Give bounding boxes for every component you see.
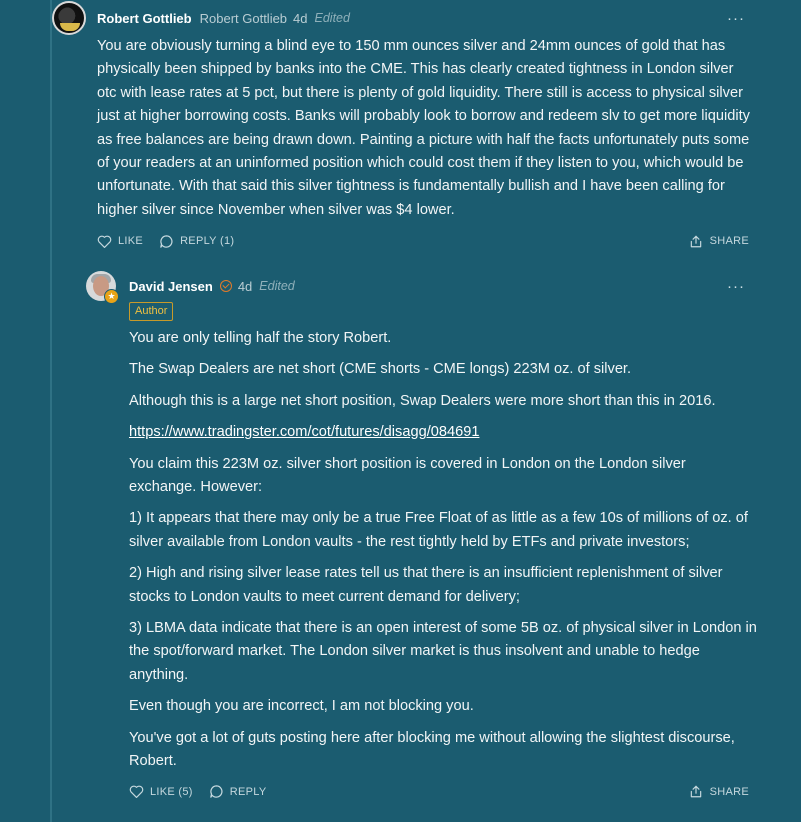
author-name[interactable]: Robert Gottlieb (97, 11, 192, 26)
timestamp[interactable]: 4d (238, 279, 252, 294)
verified-check-icon (219, 280, 232, 292)
share-label: SHARE (709, 235, 749, 248)
like-label: LIKE (118, 235, 144, 248)
paragraph: Even though you are incorrect, I am not … (129, 698, 474, 715)
like-button[interactable]: LIKE (5) (129, 785, 193, 798)
more-options-icon[interactable]: ··· (727, 10, 745, 27)
comment-header: ★ David Jensen 4d Edited ··· (86, 271, 757, 304)
paragraph: https://www.tradingster.com/cot/futures/… (129, 421, 757, 444)
share-button[interactable]: SHARE (689, 784, 749, 799)
more-options-icon[interactable]: ··· (727, 278, 745, 295)
paragraph: 2) High and rising silver lease rates te… (129, 565, 723, 605)
avatar[interactable] (52, 1, 86, 35)
comment-david-jensen: ★ David Jensen 4d Edited ··· Author You … (86, 271, 757, 802)
paragraph: Although this is a large net short posit… (129, 392, 716, 409)
author-badge: Author (129, 302, 174, 321)
comment-body: You are obviously turning a blind eye to… (97, 38, 750, 218)
comment-actions: LIKE REPLY (1) SHARE (97, 231, 757, 251)
like-button[interactable]: LIKE (97, 235, 143, 248)
share-icon (690, 785, 701, 798)
comment-robert-gottlieb: Robert Gottlieb Robert Gottlieb 4d Edite… (52, 1, 757, 251)
reply-button[interactable]: REPLY (209, 784, 267, 799)
star-icon: ★ (104, 289, 119, 304)
speech-bubble-icon (160, 235, 173, 248)
heart-icon (97, 235, 112, 248)
share-icon (690, 235, 701, 248)
avatar[interactable]: ★ (86, 271, 119, 304)
share-label: SHARE (709, 785, 749, 798)
speech-bubble-icon (210, 785, 223, 798)
comment-header: Robert Gottlieb Robert Gottlieb 4d Edite… (52, 1, 757, 35)
author-handle[interactable]: Robert Gottlieb (200, 11, 287, 26)
paragraph: The Swap Dealers are net short (CME shor… (129, 361, 632, 378)
paragraph: 1) It appears that there may only be a t… (129, 510, 748, 550)
edited-label: Edited (314, 11, 350, 25)
comment-body: You are only telling half the story Robe… (129, 327, 757, 774)
tradingster-link[interactable]: https://www.tradingster.com/cot/futures/… (129, 424, 479, 440)
reply-label: REPLY (1) (180, 235, 235, 248)
like-label: LIKE (5) (150, 785, 193, 798)
heart-icon (129, 785, 144, 798)
paragraph: You've got a lot of guts posting here af… (129, 729, 735, 770)
reply-button[interactable]: REPLY (1) (159, 234, 234, 249)
paragraph: You claim this 223M oz. silver short pos… (129, 455, 686, 496)
paragraph: 3) LBMA data indicate that there is an o… (129, 620, 757, 683)
author-name[interactable]: David Jensen (129, 279, 213, 294)
timestamp[interactable]: 4d (293, 11, 307, 26)
edited-label: Edited (259, 279, 295, 293)
paragraph: You are only telling half the story Robe… (129, 330, 392, 346)
reply-label: REPLY (229, 785, 267, 798)
comment-actions: LIKE (5) REPLY SHARE (129, 782, 757, 802)
share-button[interactable]: SHARE (689, 234, 749, 249)
